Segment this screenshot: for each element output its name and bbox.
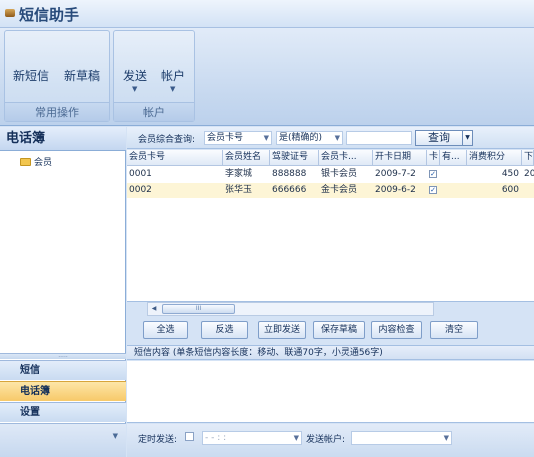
query-dropdown-button[interactable]: ▼	[463, 130, 473, 146]
nav-splitter[interactable]: .....	[0, 353, 126, 359]
ribbon-group-account: 发送 ▼ 帐户 ▼ 帐户	[113, 30, 195, 122]
cell-license: 888888	[272, 169, 307, 179]
chevron-down-icon: ▼	[334, 134, 340, 142]
scroll-thumb[interactable]: III	[162, 304, 235, 314]
send-button[interactable]: 发送	[123, 67, 147, 84]
query-field-value: 会员卡号	[207, 133, 244, 143]
timed-send-label: 定时发送:	[138, 435, 178, 445]
datetime-placeholder: - - : :	[205, 433, 227, 443]
table-row[interactable]: 0001 李家城 888888 银卡会员 2009-7-2 ✓ 450 20	[127, 167, 534, 182]
cell-points: 600	[501, 185, 519, 195]
nav-button-phonebook[interactable]: 电话簿	[0, 381, 126, 401]
cell-name: 张华玉	[225, 185, 253, 195]
sms-content-textarea[interactable]	[127, 361, 534, 423]
folder-icon	[20, 158, 31, 166]
account-button[interactable]: 帐户	[161, 67, 185, 84]
column-header[interactable]: 消费积分	[467, 150, 522, 166]
ribbon: 新短信 新草稿 常用操作 发送 ▼ 帐户 ▼ 帐户	[0, 28, 534, 126]
cell-points: 450	[501, 169, 519, 179]
cell-card-no: 0001	[129, 169, 152, 179]
table-row[interactable]: 0002 张华玉 666666 金卡会员 2009-6-2 ✓ 600	[127, 183, 534, 198]
row-checkbox[interactable]: ✓	[429, 170, 437, 178]
select-all-button[interactable]: 全选	[143, 321, 188, 339]
column-header[interactable]: 驾驶证号	[270, 150, 319, 166]
send-options-bar: 定时发送: - - : : ▼ 发送帐户: ▼	[127, 424, 534, 457]
cell-open-date: 2009-7-2	[375, 169, 416, 179]
column-header[interactable]: 开卡日期	[373, 150, 427, 166]
row-checkbox[interactable]: ✓	[429, 186, 437, 194]
tree-item-label: 会员	[34, 158, 53, 168]
app-logo-icon	[5, 9, 15, 17]
query-button[interactable]: 查询	[415, 130, 463, 146]
new-draft-button[interactable]: 新草稿	[64, 67, 100, 84]
member-grid[interactable]: 会员卡号 会员姓名 驾驶证号 会员卡... 开卡日期 卡... 有... 消费积…	[127, 150, 534, 302]
save-draft-button[interactable]: 保存草稿	[313, 321, 365, 339]
timed-send-checkbox[interactable]	[185, 432, 194, 441]
send-datetime-picker[interactable]: - - : : ▼	[202, 431, 302, 445]
ribbon-group-common: 新短信 新草稿 常用操作	[4, 30, 110, 122]
clear-button[interactable]: 清空	[430, 321, 478, 339]
chevron-down-icon: ▼	[293, 434, 299, 442]
query-bar: 会员综合查询: 会员卡号 ▼ 是(精确的) ▼ 查询 ▼	[127, 127, 534, 149]
cell-checkbox-wrap: ✓	[427, 167, 467, 182]
cell-name: 李家城	[225, 169, 253, 179]
query-condition-select[interactable]: 是(精确的) ▼	[276, 131, 343, 145]
send-now-button[interactable]: 立即发送	[258, 321, 306, 339]
query-field-select[interactable]: 会员卡号 ▼	[204, 131, 272, 145]
new-sms-button[interactable]: 新短信	[13, 67, 49, 84]
cell-card-no: 0002	[129, 185, 152, 195]
cell-next	[522, 183, 534, 198]
send-account-select[interactable]: ▼	[351, 431, 452, 445]
cell-license: 666666	[272, 185, 307, 195]
column-header[interactable]: 会员卡...	[319, 150, 373, 166]
column-header[interactable]: 有...	[440, 150, 467, 166]
nav-pane-footer: ▼	[0, 423, 126, 457]
query-label: 会员综合查询:	[138, 135, 196, 145]
query-condition-value: 是(精确的)	[279, 133, 323, 143]
action-bar: 全选 反选 立即发送 保存草稿 内容检查 清空	[127, 318, 534, 342]
chevron-down-icon[interactable]: ▼	[132, 85, 137, 93]
chevron-down-icon: ▼	[443, 434, 449, 442]
scroll-left-icon[interactable]: ◀	[148, 303, 160, 315]
column-header[interactable]: 卡...	[427, 150, 440, 166]
column-header[interactable]: 会员姓名	[223, 150, 270, 166]
horizontal-scrollbar[interactable]: ◀ III	[147, 302, 434, 316]
title-bar: 短信助手	[0, 0, 534, 28]
ribbon-group-label: 常用操作	[5, 102, 109, 121]
cell-card-type: 金卡会员	[321, 185, 358, 195]
tree-item-members[interactable]: 会员	[20, 155, 52, 168]
content-check-button[interactable]: 内容检查	[371, 321, 422, 339]
nav-button-settings[interactable]: 设置	[0, 402, 126, 422]
sms-content-label: 短信内容 (单条短信内容长度：移动、联通70字，小灵通56字)	[127, 345, 534, 360]
invert-selection-button[interactable]: 反选	[201, 321, 248, 339]
send-account-label: 发送帐户:	[306, 435, 346, 445]
column-header[interactable]: 下	[522, 150, 534, 166]
query-value-input[interactable]	[346, 131, 412, 145]
nav-pane-header: 电话簿	[0, 127, 126, 151]
nav-button-sms[interactable]: 短信	[0, 360, 126, 380]
left-nav-pane: 电话簿 会员 ..... 短信 电话簿 设置 ▼	[0, 127, 126, 457]
app-title: 短信助手	[19, 6, 80, 24]
column-header[interactable]: 会员卡号	[127, 150, 223, 166]
cell-card-type: 银卡会员	[321, 169, 358, 179]
ribbon-group-label: 帐户	[114, 102, 194, 121]
main-content: 会员综合查询: 会员卡号 ▼ 是(精确的) ▼ 查询 ▼ 会员卡号 会员姓名 驾驶证…	[127, 127, 534, 457]
chevron-down-icon[interactable]: ▼	[170, 85, 175, 93]
chevron-down-icon: ▼	[263, 134, 269, 142]
cell-open-date: 2009-6-2	[375, 185, 416, 195]
cell-checkbox-wrap: ✓	[427, 183, 467, 198]
cell-next: 20	[524, 169, 534, 179]
chevron-down-icon[interactable]: ▼	[113, 432, 118, 440]
